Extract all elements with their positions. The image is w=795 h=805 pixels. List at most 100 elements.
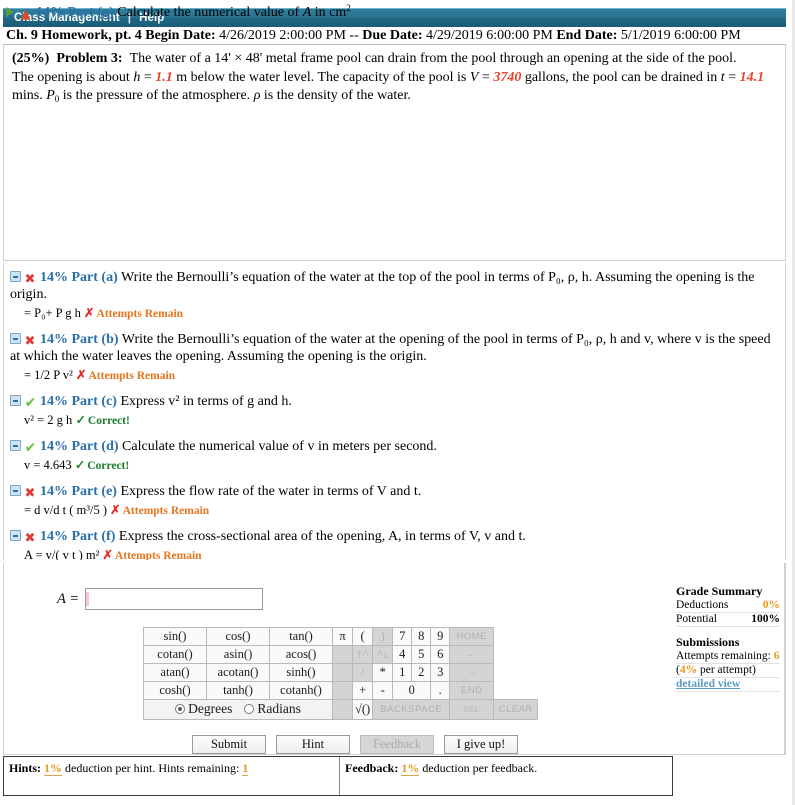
feedback-button: Feedback [360,735,434,754]
incorrect-x-icon: ✗ [99,548,113,560]
keypad-key-tan[interactable]: tan() [269,627,333,646]
part-label: Part (c) [71,394,117,409]
keypad-key-blank [332,681,353,700]
action-buttons: Submit Hint Feedback I give up! [192,735,518,754]
attempts-row: Attempts remaining: 6 [676,650,780,664]
keypad-key-7[interactable]: 7 [392,627,413,646]
hint-button[interactable]: Hint [276,735,350,754]
collapse-minus-icon[interactable] [10,271,21,282]
part-percent: 14% [40,270,68,285]
value-V: 3740 [493,69,522,85]
part-answer-line: A = v/( v t ) m² ✗ Attempts Remain [10,547,777,560]
keypad-key-9[interactable]: 9 [430,627,451,646]
detailed-view-link[interactable]: detailed view [676,678,780,692]
begin-date-value: 4/26/2019 2:00:00 PM [219,28,346,43]
potential-row: Potential 100% [676,613,780,627]
hints-feedback-footer: Hints: 1% deduction per hint. Hints rema… [3,756,673,796]
keypad-key-sqrt[interactable]: √() [351,699,374,720]
keypad-key-[interactable]: ( [351,627,374,646]
part-header: ✖ 14% Part (e) Express the flow rate of t… [10,483,777,500]
due-date-value: 4/29/2019 6:00:00 PM [426,28,553,43]
hints-cell: Hints: 1% deduction per hint. Hints rema… [4,757,340,795]
answer-label: A = [57,590,80,607]
degrees-radio-option[interactable]: Degrees [175,701,232,717]
grade-summary-panel: Grade Summary Deductions 0% Potential 10… [676,585,780,692]
keypad-key-asin[interactable]: asin() [206,645,270,664]
submit-button[interactable]: Submit [192,735,266,754]
feedback-cell: Feedback: 1% deduction per feedback. [340,757,672,795]
keypad-key-cotanh[interactable]: cotanh() [269,681,333,700]
keypad-key-cos[interactable]: cos() [206,627,270,646]
keypad-key-[interactable]: - [372,681,394,700]
keypad-key-cosh[interactable]: cosh() [143,681,207,700]
eq-sign-h: = [140,69,156,85]
give-up-button[interactable]: I give up! [444,735,518,754]
keypad-row: cosh() tanh() cotanh() + -0. END [143,681,538,700]
keypad-key-[interactable]: . [430,681,451,700]
active-part-var: A [302,5,312,20]
problem-line-2a: The opening is about [12,69,134,85]
answer-input[interactable] [85,588,264,610]
part-status-text: Correct! [87,415,130,427]
part-percent: 14% [40,332,68,347]
part-answer-line: v² = 2 g h ✓ Correct! [10,412,777,429]
part-answer-value: A = v/( v t ) m² [24,548,100,560]
feedback-percent: 1% [401,761,420,776]
correct-check-icon: ✓ [71,458,86,472]
green-check-icon: ✔ [24,440,37,456]
potential-value: 100% [751,613,780,625]
keypad-key-0[interactable]: 0 [392,681,432,700]
problem-line-3b: is the pressure of the atmosphere. [59,88,254,103]
keypad-key-: ^↓ [372,645,394,664]
problem-line-3c: is the density of the water. [260,88,411,103]
collapse-minus-icon[interactable] [10,485,21,496]
problem-line-2b: m below the water level. The capacity of… [172,69,470,85]
warning-triangle-icon: ▲ [20,7,31,22]
expand-triangle-icon[interactable] [6,7,14,17]
collapse-minus-icon[interactable] [10,530,21,541]
keypad-row: cotan() asin() acos() ↑^ ^↓ 4 5 6 ← [143,645,538,664]
keypad-key-2[interactable]: 2 [411,663,432,682]
collapse-minus-icon[interactable] [10,395,21,406]
active-part-superscript: 2 [346,3,351,13]
keypad-key-cotan[interactable]: cotan() [143,645,207,664]
radians-radio[interactable] [244,704,255,714]
problem-title: Problem 3: [56,51,123,66]
radians-radio-option[interactable]: Radians [244,701,301,717]
per-attempt-row: (4% per attempt) [676,664,780,678]
part-question-text: Write the Bernoulli’s equation of the wa… [10,270,755,302]
part-question-text: Write the Bernoulli’s equation of the wa… [10,332,771,364]
keypad-key-4[interactable]: 4 [392,645,413,664]
part-answer-value: v² = 2 g h [24,413,73,427]
keypad-key-3[interactable]: 3 [430,663,451,682]
keypad-key-[interactable]: π [332,627,353,646]
keypad-key-6[interactable]: 6 [430,645,451,664]
incorrect-x-icon: ✗ [80,306,95,320]
keypad-key-acotan[interactable]: acotan() [206,663,270,682]
keypad-key-sin[interactable]: sin() [143,627,207,646]
keypad-key-sinh[interactable]: sinh() [269,663,333,682]
keypad-key-blank [332,663,353,682]
keypad-key-5[interactable]: 5 [411,645,432,664]
degrees-radio[interactable] [175,704,186,714]
collapse-minus-icon[interactable] [10,333,21,344]
symbol-P0: P [46,88,55,103]
keypad-key-[interactable]: * [372,663,394,682]
hints-percent: 1% [44,761,63,776]
potential-label: Potential [676,613,717,625]
problem-statement-box: (25%) Problem 3: The water of a 14' × 48… [3,44,786,261]
keypad-key-8[interactable]: 8 [411,627,432,646]
value-h: 1.1 [155,69,173,85]
keypad-key-tanh[interactable]: tanh() [206,681,270,700]
part-label: Part (a) [71,270,118,285]
keypad-last-row: Degrees Radians √() BACKSPACE DEL CLEAR [143,699,539,720]
submissions-title: Submissions [676,635,740,649]
part-header: ✖ 14% Part (f) Express the cross-sectiona… [10,528,777,545]
assignment-header: Ch. 9 Homework, pt. 4 Begin Date: 4/26/2… [6,28,786,44]
keypad-key-acos[interactable]: acos() [269,645,333,664]
incorrect-x-icon: ✗ [72,368,87,382]
keypad-key-1[interactable]: 1 [392,663,413,682]
collapse-minus-icon[interactable] [10,440,21,451]
keypad-key-[interactable]: + [351,681,374,700]
keypad-key-atan[interactable]: atan() [143,663,207,682]
